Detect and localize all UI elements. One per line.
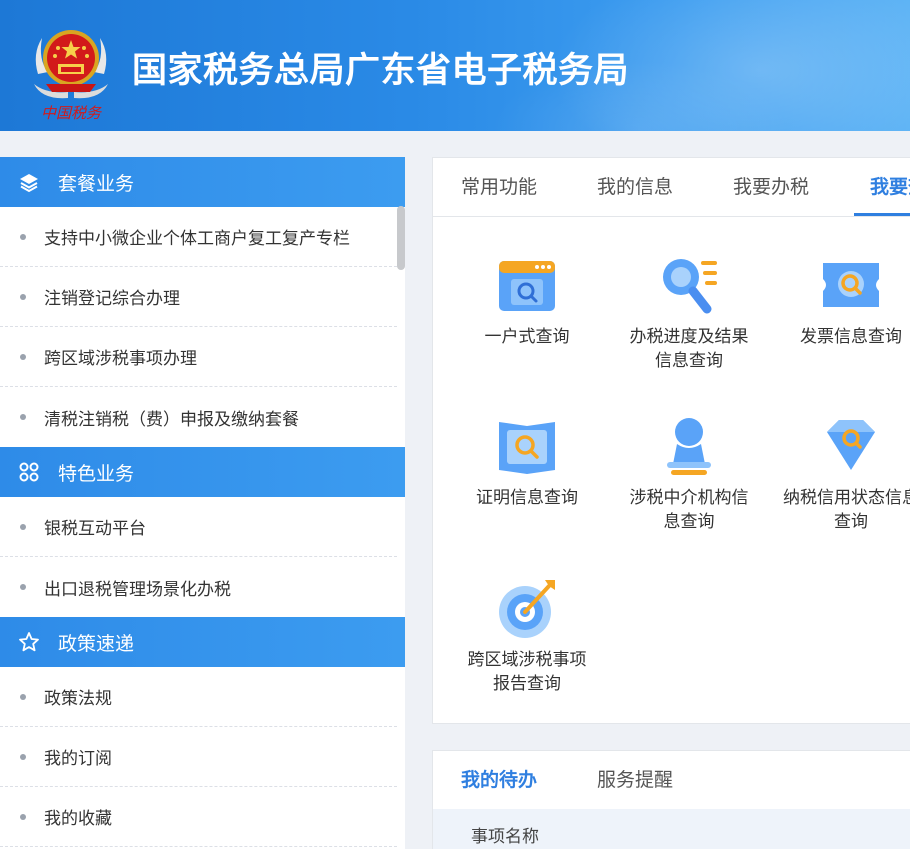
tab-my-todo[interactable]: 我的待办 <box>461 751 537 809</box>
tile-label: 办税进度及结果信息查询 <box>629 327 749 371</box>
tax-emblem-logo: 中国税务 <box>34 30 108 122</box>
browser-search-icon <box>499 261 555 311</box>
magnifier-list-icon <box>663 259 717 314</box>
todo-tabs: 我的待办 服务提醒 <box>433 751 910 809</box>
tile-label: 纳税信用状态信息查询 <box>783 488 910 532</box>
sidebar-item-tax-clearance[interactable]: 清税注销税（费）申报及缴纳套餐 <box>0 387 397 447</box>
site-title: 国家税务总局广东省电子税务局 <box>132 51 630 91</box>
tile-credit-query[interactable]: 纳税信用状态信息查询 <box>776 414 910 534</box>
tile-invoice-query[interactable]: 发票信息查询 <box>776 253 910 349</box>
function-tabs: 常用功能 我的信息 我要办税 我要查询 <box>433 158 910 217</box>
invoice-search-icon <box>823 263 879 307</box>
sidebar-item-label: 我的订阅 <box>44 749 112 769</box>
tile-label: 涉税中介机构信息查询 <box>629 488 749 532</box>
bullet <box>20 753 26 760</box>
sidebar-section-title: 套餐业务 <box>58 172 135 195</box>
sidebar-section-featured[interactable]: 特色业务 <box>0 447 405 497</box>
person-icon <box>667 418 711 475</box>
sidebar-item-label: 我的收藏 <box>44 809 112 829</box>
sidebar-item-subscriptions[interactable]: 我的订阅 <box>0 727 397 787</box>
tile-label: 一户式查询 <box>484 327 570 347</box>
layers-icon <box>18 171 40 193</box>
sidebar-item-label: 支持中小微企业个体工商户复工复产专栏 <box>44 229 350 249</box>
tile-one-stop-query[interactable]: 一户式查询 <box>452 253 602 349</box>
site-header: 中国税务 国家税务总局广东省电子税务局 <box>0 0 910 131</box>
bullet <box>20 414 26 420</box>
bullet <box>20 813 26 820</box>
tile-progress-query[interactable]: 办税进度及结果信息查询 <box>614 253 764 373</box>
bullet <box>20 293 26 300</box>
bullet <box>20 523 26 530</box>
tab-query[interactable]: 我要查询 <box>854 158 910 216</box>
sidebar-item-label: 银税互动平台 <box>44 519 146 539</box>
todo-panel: 我的待办 服务提醒 事项名称 <box>432 750 910 849</box>
sidebar-item-label: 清税注销税（费）申报及缴纳套餐 <box>44 409 299 430</box>
certificate-search-icon <box>499 422 555 474</box>
tile-label: 发票信息查询 <box>800 327 902 347</box>
bullet <box>20 233 26 240</box>
tab-tax-filing[interactable]: 我要办税 <box>733 158 809 216</box>
tile-label: 证明信息查询 <box>476 488 578 508</box>
sidebar-item-label: 政策法规 <box>44 689 112 709</box>
sidebar: 套餐业务 支持中小微企业个体工商户复工复产专栏 注销登记综合办理 跨区域涉税事项… <box>0 157 405 849</box>
sidebar-section-title: 特色业务 <box>58 462 135 485</box>
sidebar-section-policy[interactable]: 政策速递 <box>0 617 405 667</box>
target-icon <box>499 580 555 638</box>
bullet <box>20 693 26 700</box>
sidebar-section-package[interactable]: 套餐业务 <box>0 157 405 207</box>
sidebar-item-policy-laws[interactable]: 政策法规 <box>0 667 397 727</box>
star-icon <box>18 631 40 653</box>
sidebar-item-label: 跨区域涉税事项办理 <box>44 349 197 369</box>
column-header-item-name: 事项名称 <box>433 809 910 849</box>
tile-cross-region-report-query[interactable]: 跨区域涉税事项报告查询 <box>452 576 602 696</box>
bullet <box>20 353 26 360</box>
grid-icon <box>18 461 40 483</box>
sidebar-item-deregistration[interactable]: 注销登记综合办理 <box>0 267 397 327</box>
bullet <box>20 584 26 590</box>
diamond-search-icon <box>827 420 875 470</box>
tile-credit-inner: 纳税信用状态信息查询 <box>776 414 910 534</box>
sidebar-item-label: 注销登记综合办理 <box>44 289 180 309</box>
sidebar-scrollbar[interactable] <box>397 206 405 270</box>
sidebar-item-bank-tax[interactable]: 银税互动平台 <box>0 497 397 557</box>
sidebar-item-favorites[interactable]: 我的收藏 <box>0 787 397 847</box>
tile-label: 跨区域涉税事项报告查询 <box>467 650 587 694</box>
sidebar-item-label: 出口退税管理场景化办税 <box>44 579 231 600</box>
sidebar-item-cross-region[interactable]: 跨区域涉税事项办理 <box>0 327 397 387</box>
function-panel: 常用功能 我的信息 我要办税 我要查询 一户式查询 办税进度及结果信息查询 <box>432 157 910 724</box>
sidebar-item-smb-recovery[interactable]: 支持中小微企业个体工商户复工复产专栏 <box>0 207 397 267</box>
tab-service-reminder[interactable]: 服务提醒 <box>597 751 673 809</box>
sidebar-item-export-rebate[interactable]: 出口退税管理场景化办税 <box>0 557 397 617</box>
tab-common-functions[interactable]: 常用功能 <box>461 158 537 216</box>
tile-certificate-query[interactable]: 证明信息查询 <box>452 414 602 510</box>
tab-my-info[interactable]: 我的信息 <box>597 158 673 216</box>
tile-agency-query[interactable]: 涉税中介机构信息查询 <box>614 414 764 534</box>
sidebar-section-title: 政策速递 <box>58 632 135 655</box>
emblem-script-text: 中国税务 <box>41 104 103 122</box>
